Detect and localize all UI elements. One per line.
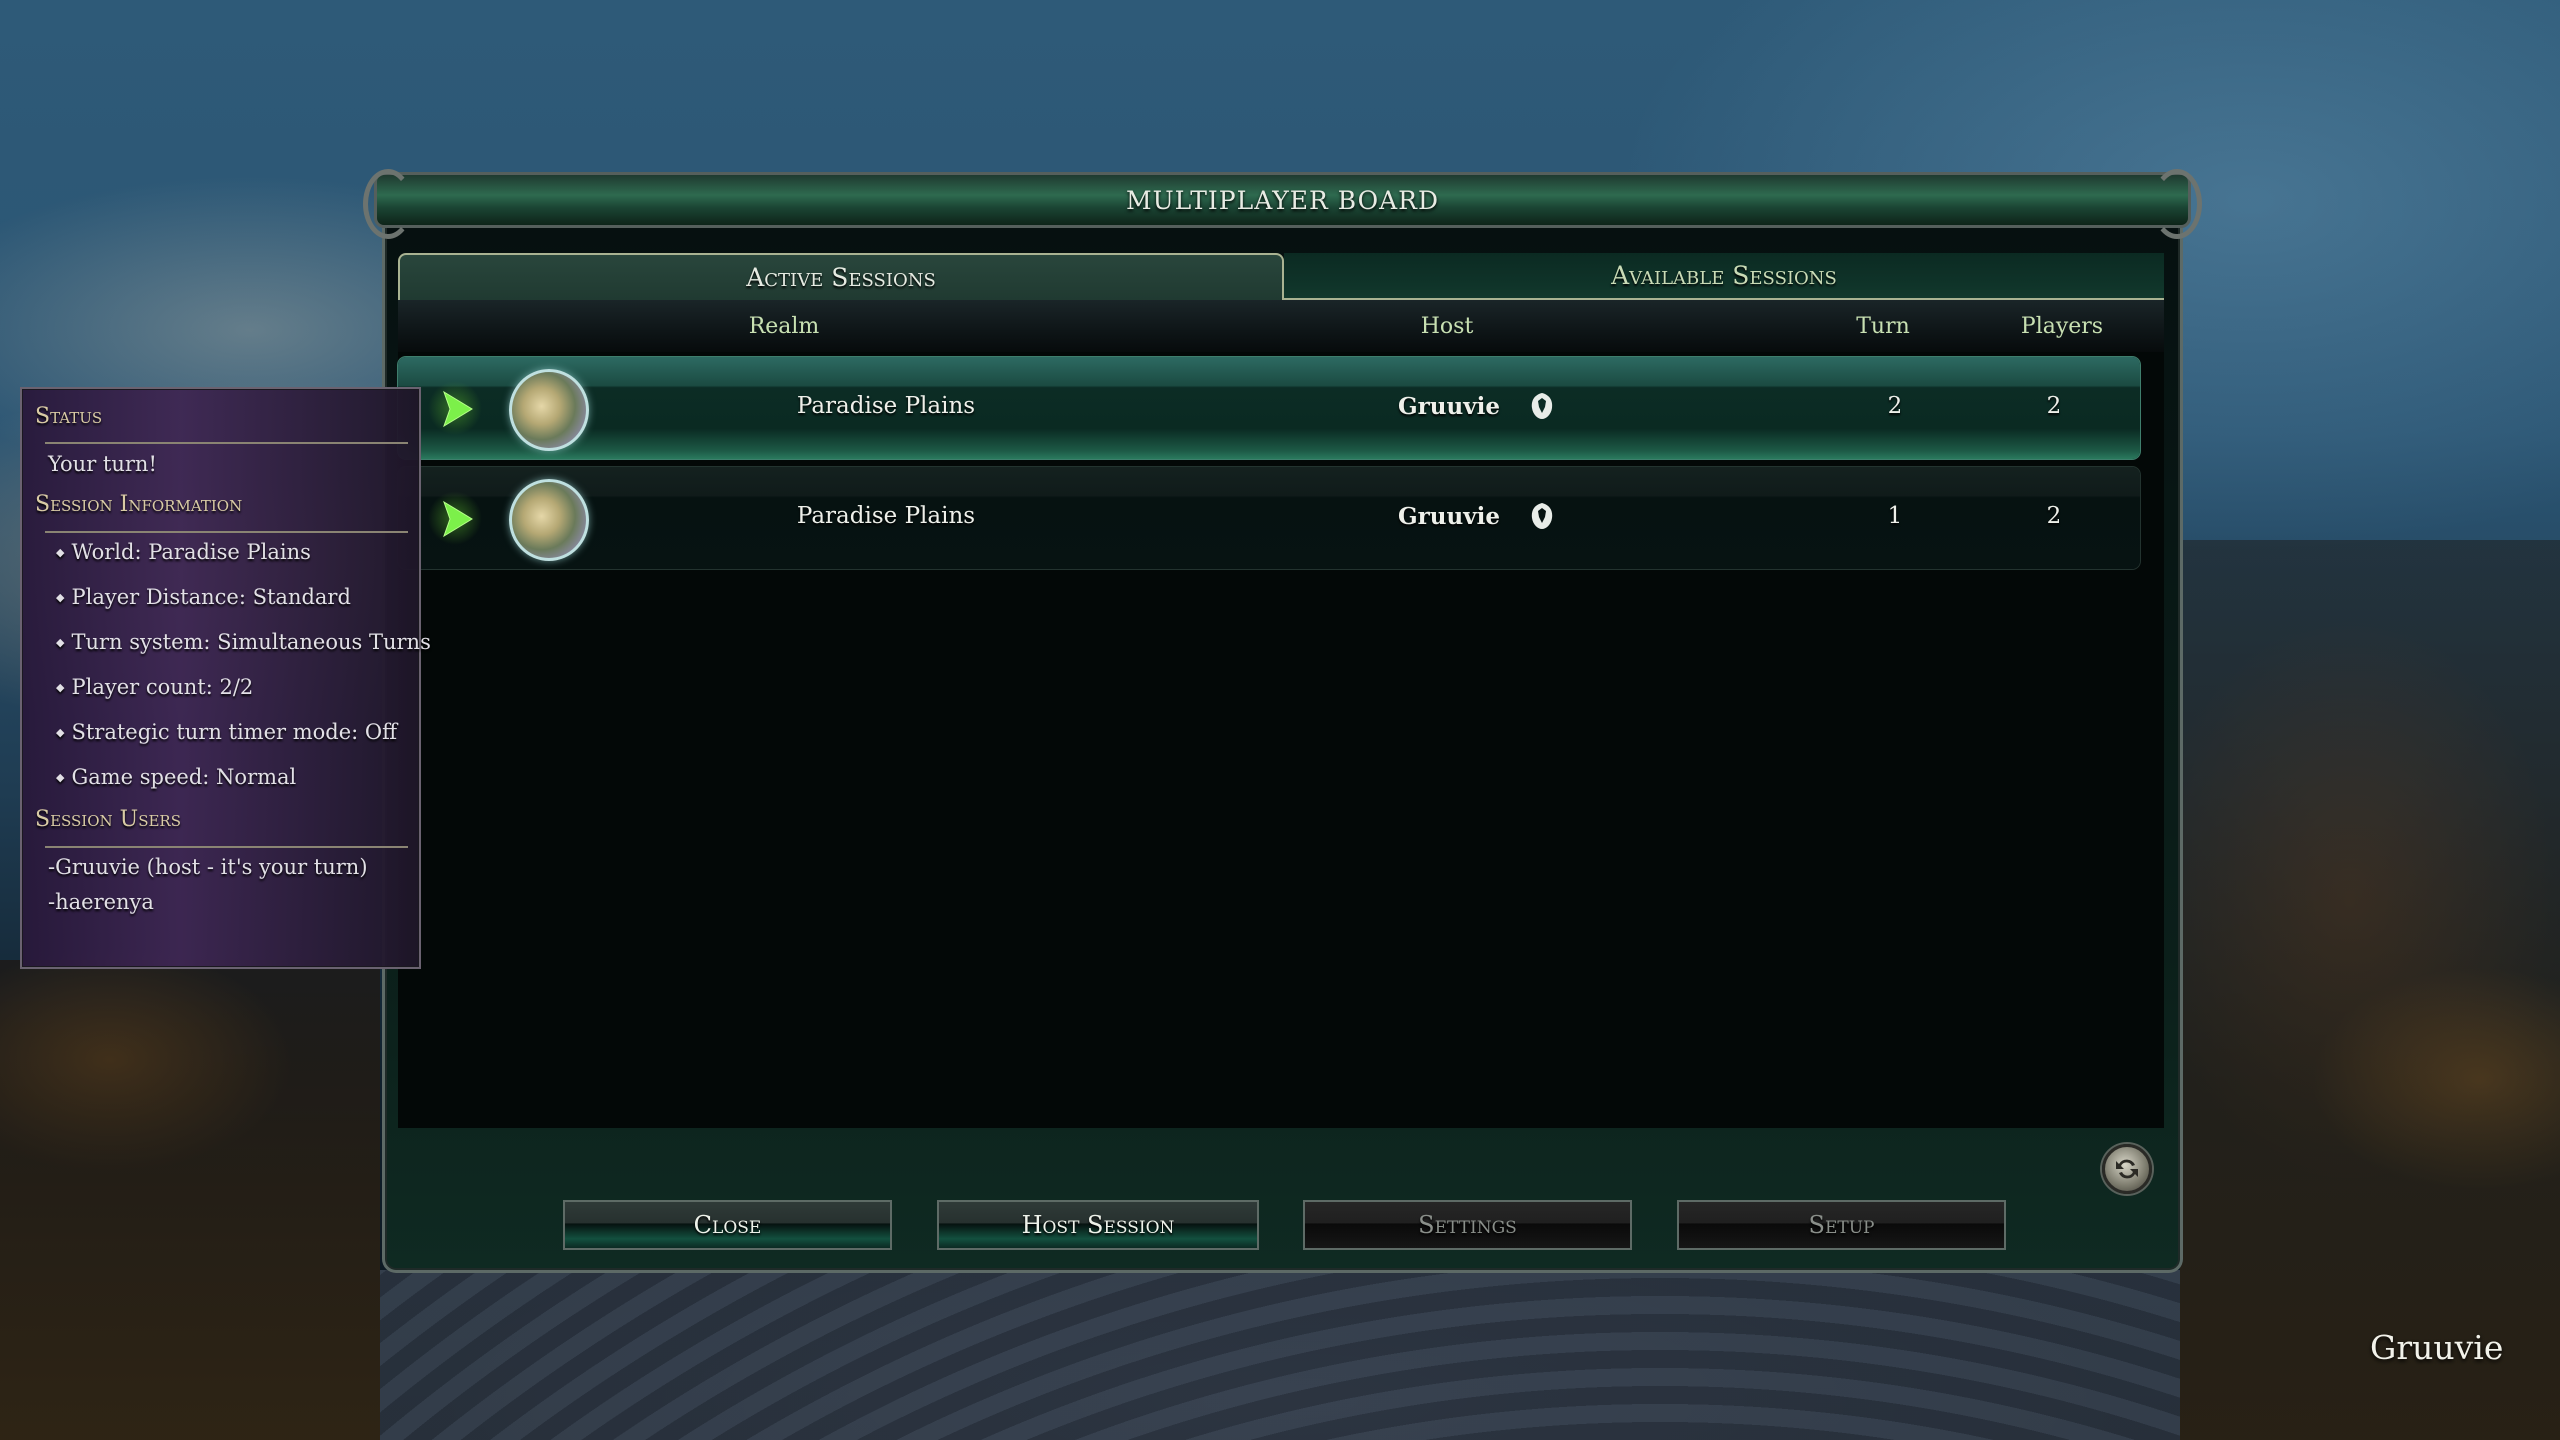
divider bbox=[45, 846, 408, 848]
realm-name: Paradise Plains bbox=[796, 393, 976, 419]
faction-emblem-icon bbox=[1531, 503, 1553, 529]
column-header-realm[interactable]: Realm bbox=[749, 314, 820, 339]
session-users-heading: Session Users bbox=[35, 807, 181, 832]
settings-button[interactable]: Settings bbox=[1303, 1200, 1632, 1250]
tab-available-sessions[interactable]: Available Sessions bbox=[1284, 253, 2164, 301]
close-button[interactable]: Close bbox=[563, 1200, 892, 1250]
session-user: -haerenya bbox=[48, 890, 154, 914]
background-scenery-right bbox=[2180, 540, 2560, 1440]
frame-ornament-left-icon bbox=[363, 169, 413, 239]
column-header-turn[interactable]: Turn bbox=[1856, 314, 1910, 339]
background-floor bbox=[380, 1270, 2180, 1440]
players-value: 2 bbox=[2046, 393, 2062, 419]
status-text: Your turn! bbox=[48, 452, 157, 476]
realm-thumbnail bbox=[509, 369, 589, 451]
title-bar: Multiplayer Board bbox=[363, 169, 2202, 239]
session-info-world: World: Paradise Plains bbox=[56, 540, 310, 564]
background-scenery-left bbox=[0, 960, 380, 1440]
session-user: -Gruuvie (host - it's your turn) bbox=[48, 855, 368, 879]
realm-thumbnail bbox=[509, 479, 589, 561]
window-title: Multiplayer Board bbox=[1125, 185, 1440, 215]
turn-value: 1 bbox=[1887, 503, 1903, 529]
session-info-player-count: Player count: 2/2 bbox=[56, 675, 253, 699]
setup-button[interactable]: Setup bbox=[1677, 1200, 2006, 1250]
host-name: Gruuvie bbox=[1398, 503, 1500, 530]
host-name: Gruuvie bbox=[1398, 393, 1500, 420]
status-heading: Status bbox=[35, 404, 103, 429]
tab-active-sessions[interactable]: Active Sessions bbox=[398, 253, 1284, 300]
session-row[interactable]: Paradise Plains Gruuvie 2 2 bbox=[398, 357, 2140, 459]
column-header-players[interactable]: Players bbox=[2021, 314, 2103, 339]
divider bbox=[45, 531, 408, 533]
play-icon[interactable] bbox=[428, 491, 482, 545]
session-tabs: Active Sessions Available Sessions bbox=[398, 253, 2164, 301]
refresh-button[interactable] bbox=[2102, 1144, 2152, 1194]
multiplayer-board-window: Multiplayer Board Active Sessions Availa… bbox=[363, 169, 2202, 1273]
faction-emblem-icon bbox=[1531, 393, 1553, 419]
turn-value: 2 bbox=[1887, 393, 1903, 419]
refresh-icon bbox=[2116, 1159, 2138, 1179]
divider bbox=[45, 442, 408, 444]
session-info-turn-timer: Strategic turn timer mode: Off bbox=[56, 720, 397, 744]
session-info-panel: Status Your turn! Session Information Wo… bbox=[20, 387, 431, 969]
realm-name: Paradise Plains bbox=[796, 503, 976, 529]
session-row[interactable]: Paradise Plains Gruuvie 1 2 bbox=[398, 467, 2140, 569]
session-info-heading: Session Information bbox=[35, 492, 243, 517]
host-session-button[interactable]: Host Session bbox=[937, 1200, 1259, 1250]
frame-ornament-right-icon bbox=[2152, 169, 2202, 239]
player-name-label: Gruuvie bbox=[2370, 1328, 2504, 1367]
session-info-game-speed: Game speed: Normal bbox=[56, 765, 296, 789]
session-info-turn-system: Turn system: Simultaneous Turns bbox=[56, 630, 430, 654]
players-value: 2 bbox=[2046, 503, 2062, 529]
column-header-row: Realm Host Turn Players bbox=[398, 300, 2164, 352]
column-header-host[interactable]: Host bbox=[1421, 314, 1474, 339]
play-icon[interactable] bbox=[428, 381, 482, 435]
sessions-list: Realm Host Turn Players Paradise Plains … bbox=[398, 300, 2164, 1128]
session-info-player-distance: Player Distance: Standard bbox=[56, 585, 350, 609]
